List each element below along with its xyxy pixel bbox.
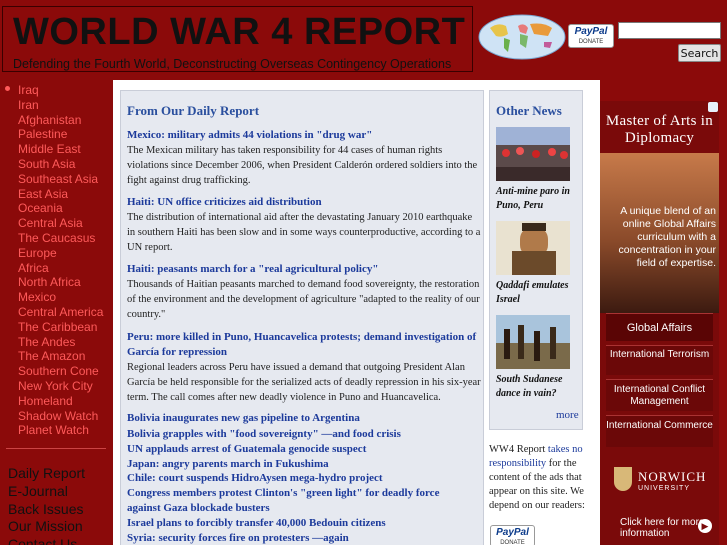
- nav-item[interactable]: The Caribbean: [18, 320, 97, 334]
- other-news-panel: Other News Anti-mine paro in Puno, Peru …: [489, 90, 583, 430]
- nav-link[interactable]: Back Issues: [8, 501, 83, 517]
- story-body: Thousands of Haitian peasants marched to…: [127, 279, 480, 320]
- donate-label: DONATE: [500, 540, 525, 545]
- nav-item[interactable]: Southeast Asia: [18, 172, 98, 186]
- nav-link[interactable]: Contact Us: [8, 536, 77, 545]
- logo-banner[interactable]: WORLD WAR 4 REPORT Defending the Fourth …: [2, 6, 473, 72]
- headline-link[interactable]: Chile: court suspends HidroAysen mega-hy…: [127, 471, 383, 485]
- headline-link[interactable]: Bolivia inaugurates new gas pipeline to …: [127, 411, 360, 425]
- protest-crowd-photo[interactable]: [496, 127, 570, 181]
- nav-item[interactable]: Shadow Watch: [18, 409, 98, 423]
- qaddafi-photo[interactable]: [496, 221, 570, 275]
- nav-item[interactable]: Europe: [18, 246, 57, 260]
- paypal-donate-button[interactable]: PayPal DONATE: [490, 525, 535, 545]
- daily-report-panel: From Our Daily Report Mexico: military a…: [120, 90, 484, 545]
- other-news-caption[interactable]: South Sudanese dance in vain?: [496, 373, 580, 401]
- ad-commerce-button[interactable]: International Commerce: [606, 415, 713, 447]
- arrow-right-icon[interactable]: ▶: [698, 519, 712, 533]
- nav-link[interactable]: E-Journal: [8, 483, 68, 499]
- story-title[interactable]: Mexico: military admits 44 violations in…: [127, 128, 482, 143]
- adchoices-icon[interactable]: [708, 102, 718, 112]
- ad-global-affairs-button[interactable]: Global Affairs: [606, 313, 713, 341]
- nav-item[interactable]: Southern Cone: [18, 364, 99, 378]
- dancers-photo[interactable]: [496, 315, 570, 369]
- other-news-caption[interactable]: Qaddafi emulates Israel: [496, 279, 580, 307]
- story-title[interactable]: Peru: more killed in Puno, Huancavelica …: [127, 330, 482, 360]
- nav-item[interactable]: Central America: [18, 305, 103, 319]
- ad-title: Master of Arts in Diplomacy: [605, 113, 714, 146]
- ad-conflict-button[interactable]: International Conflict Management: [606, 379, 713, 411]
- headline-link[interactable]: Israel plans to forcibly transfer 40,000…: [127, 516, 386, 530]
- norwich-crest-icon: [614, 467, 632, 491]
- search-button[interactable]: Search: [678, 44, 721, 62]
- story-body: Regional leaders across Peru have issued…: [127, 362, 481, 403]
- disclaimer-text: WW4 Report: [489, 444, 548, 455]
- headline-link[interactable]: Bolivia grapples with "food sovereignty"…: [127, 427, 401, 441]
- nav-item[interactable]: Iran: [18, 98, 39, 112]
- story-title[interactable]: Haiti: UN office criticizes aid distribu…: [127, 195, 482, 210]
- nav-link[interactable]: Our Mission: [8, 518, 83, 534]
- more-link[interactable]: more: [556, 409, 579, 421]
- site-title: WORLD WAR 4 REPORT: [13, 11, 466, 53]
- story-body: The distribution of international aid af…: [127, 212, 481, 253]
- nav-item[interactable]: East Asia: [18, 187, 68, 201]
- nav-item[interactable]: New York City: [18, 379, 93, 393]
- ad-brand-sub: UNIVERSITY: [638, 485, 691, 492]
- nav-link[interactable]: Daily Report: [8, 465, 85, 481]
- donate-label: DONATE: [578, 39, 604, 45]
- daily-report-heading[interactable]: From Our Daily Report: [127, 103, 259, 119]
- nav-item[interactable]: North Africa: [18, 275, 81, 289]
- headline-link[interactable]: Japan: angry parents march in Fukushima: [127, 457, 329, 471]
- paypal-label: PayPal: [574, 26, 608, 37]
- story-title[interactable]: Haiti: peasants march for a "real agricu…: [127, 262, 482, 277]
- nav-item[interactable]: South Asia: [18, 157, 75, 171]
- ad-copy: A unique blend of an online Global Affai…: [618, 205, 716, 269]
- norwich-ad-banner[interactable]: Master of Arts in Diplomacy A unique ble…: [600, 101, 719, 545]
- ad-brand: NORWICH: [638, 469, 707, 484]
- ad-disclaimer: WW4 Report takes no responsibility for t…: [489, 443, 585, 513]
- headline-link[interactable]: Congress members protest Clinton's "gree…: [127, 486, 467, 516]
- headline-link[interactable]: UN applauds arrest of Guatemala genocide…: [127, 442, 366, 456]
- nav-item[interactable]: Iraq: [18, 83, 39, 97]
- nav-item[interactable]: The Caucasus: [18, 231, 95, 245]
- story-body: The Mexican military has taken responsib…: [127, 145, 478, 186]
- site-header: WORLD WAR 4 REPORT Defending the Fourth …: [0, 0, 727, 80]
- nav-item[interactable]: Middle East: [18, 142, 81, 156]
- nav-item[interactable]: Oceania: [18, 201, 63, 215]
- nav-item[interactable]: Mexico: [18, 290, 56, 304]
- nav-item[interactable]: Palestine: [18, 127, 67, 141]
- bullet-icon: [5, 86, 10, 91]
- sidebar-divider: [6, 448, 106, 449]
- paypal-donate-button[interactable]: PayPal DONATE: [568, 24, 614, 48]
- nav-item[interactable]: Africa: [18, 261, 49, 275]
- site-tagline: Defending the Fourth World, Deconstructi…: [13, 57, 452, 71]
- nav-item[interactable]: Planet Watch: [18, 423, 89, 437]
- paypal-label: PayPal: [496, 527, 529, 538]
- world-map-icon[interactable]: [478, 14, 566, 60]
- search-input[interactable]: [618, 22, 721, 39]
- nav-item[interactable]: Homeland: [18, 394, 73, 408]
- other-news-caption[interactable]: Anti-mine paro in Puno, Peru: [496, 185, 580, 213]
- nav-item[interactable]: Central Asia: [18, 216, 83, 230]
- ad-terrorism-button[interactable]: International Terrorism: [606, 345, 713, 375]
- headline-link[interactable]: Syria: security forces fire on protester…: [127, 531, 349, 545]
- other-news-heading[interactable]: Other News: [496, 103, 562, 119]
- nav-item[interactable]: The Andes: [18, 335, 75, 349]
- nav-item[interactable]: The Amazon: [18, 349, 85, 363]
- nav-item[interactable]: Afghanistan: [18, 113, 81, 127]
